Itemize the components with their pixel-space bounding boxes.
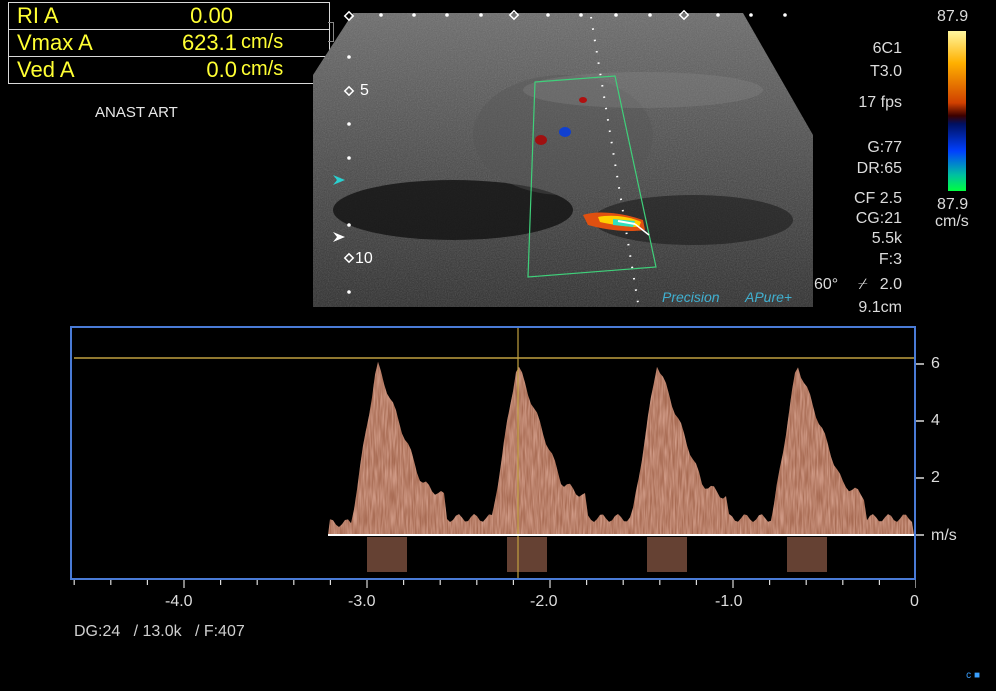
apure-logo: APure+ [745, 289, 793, 305]
spectral-texture [328, 361, 914, 535]
prf-label: 5.5k [871, 230, 902, 247]
x-tick-0: 0 [910, 593, 919, 610]
doppler-spectrum-panel [70, 326, 916, 580]
vmax-unit: cm/s [241, 31, 284, 53]
y-tick-6: 6 [931, 355, 940, 372]
annotation-label: ANAST ART [95, 104, 178, 121]
x-tick-neg3: -3.0 [348, 593, 376, 610]
alias-band [507, 537, 547, 572]
colorbar-unit: cm/s [935, 213, 969, 230]
spectral-envelope [328, 361, 914, 572]
probe-label: 6C1 [872, 40, 902, 57]
depth-label-10: 10 [355, 250, 373, 267]
ri-value: 0.00 [190, 3, 233, 28]
y-unit: m/s [931, 527, 957, 544]
vmax-row: Vmax A 623.1 cm/s [9, 30, 329, 57]
depth-readout: 9.1cm [858, 299, 902, 316]
y-tick-4: 4 [931, 412, 940, 429]
spectrum-plot [74, 328, 914, 578]
alias-band [367, 537, 407, 572]
x-tick-neg2: -2.0 [530, 593, 558, 610]
ri-row: RI A 0.00 [9, 3, 329, 30]
filter-label: F:3 [878, 251, 902, 268]
alias-band [787, 537, 827, 572]
angle-corr-label: 2.0 [879, 276, 902, 293]
ved-unit: cm/s [241, 58, 284, 80]
vmax-label: Vmax A [17, 30, 93, 55]
color-velocity-bar [948, 31, 966, 191]
bmode-image [313, 9, 813, 307]
t-label: T3.0 [869, 63, 902, 80]
cg-label: CG:21 [855, 210, 902, 227]
y-axis-ticks [916, 363, 924, 536]
x-tick-neg4: -4.0 [165, 593, 193, 610]
angle-label: 60° [814, 276, 839, 293]
gain-label: G:77 [867, 139, 902, 156]
x-tick-neg1: -1.0 [715, 593, 743, 610]
colorbar-top-label: 87.9 [937, 8, 969, 25]
x-axis-ticks [73, 580, 916, 588]
vmax-value: 623.1 [181, 30, 237, 55]
y-tick-2: 2 [931, 469, 940, 486]
ved-row: Ved A 0.0 cm/s [9, 57, 329, 83]
measurement-panel: RI A 0.00 Vmax A 623.1 cm/s Ved A 0.0 cm… [8, 2, 330, 84]
alias-band [647, 537, 687, 572]
ri-label: RI A [17, 3, 59, 28]
precision-logo: Precision [662, 289, 720, 305]
ved-value: 0.0 [206, 57, 237, 82]
dr-label: DR:65 [856, 160, 902, 177]
angle-corr-icon: ⌿ [858, 276, 868, 293]
colorbar-bottom-label: 87.9 [937, 196, 969, 213]
cf-label: CF 2.5 [853, 190, 902, 207]
doppler-settings-footer: DG:24 / 13.0k / F:407 [74, 623, 245, 640]
corner-indicator: c ■ [966, 670, 980, 681]
depth-label-5: 5 [360, 82, 369, 99]
fps-label: 17 fps [858, 94, 902, 111]
ved-label: Ved A [17, 57, 75, 82]
